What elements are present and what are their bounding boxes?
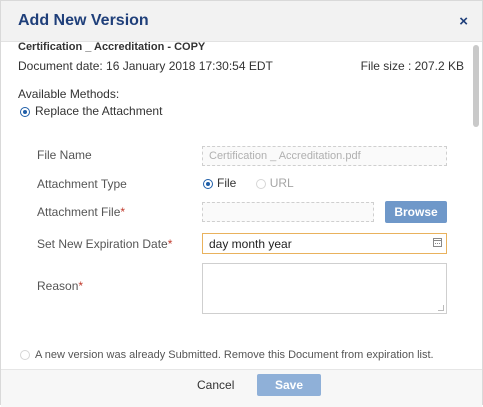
scrollbar-thumb[interactable] <box>473 45 479 127</box>
type-option-file[interactable]: File <box>203 176 236 190</box>
reason-textarea[interactable] <box>202 263 447 314</box>
attachment-file-label-text: Attachment File <box>37 205 121 219</box>
close-icon[interactable]: × <box>459 13 468 30</box>
add-version-dialog: Add New Version × Certification _ Accred… <box>0 0 483 407</box>
scrollbar[interactable] <box>471 45 479 367</box>
url-option-label: URL <box>269 176 294 190</box>
required-mark: * <box>167 237 173 251</box>
required-mark: * <box>78 279 84 293</box>
document-date: Document date: 16 January 2018 17:30:54 … <box>18 59 273 73</box>
reason-label: Reason* <box>37 279 83 293</box>
file-size: File size : 207.2 KB <box>360 59 464 73</box>
replace-attachment-radio[interactable] <box>20 106 30 117</box>
file-radio[interactable] <box>203 178 213 189</box>
file-name-field: Certification _ Accreditation.pdf <box>202 146 447 166</box>
save-button[interactable]: Save <box>257 374 321 396</box>
required-mark: * <box>120 205 126 219</box>
document-title: Certification _ Accreditation - COPY <box>18 41 206 52</box>
resize-handle-icon[interactable] <box>438 305 444 311</box>
expiration-date-input[interactable]: day month year <box>202 233 447 254</box>
replace-attachment-label: Replace the Attachment <box>35 104 163 118</box>
expiration-date-label-text: Set New Expiration Date <box>37 237 168 251</box>
remove-from-expiration-radio[interactable] <box>20 350 30 361</box>
url-radio[interactable] <box>255 178 266 189</box>
attachment-file-field[interactable] <box>202 202 374 222</box>
attachment-type-options: File URL <box>203 176 310 190</box>
replace-attachment-option[interactable]: Replace the Attachment <box>20 104 162 118</box>
file-name-label: File Name <box>37 148 92 162</box>
dialog-footer <box>1 369 482 407</box>
dialog-title: Add New Version <box>18 12 149 29</box>
calendar-icon[interactable] <box>433 238 442 247</box>
expiration-date-label: Set New Expiration Date* <box>37 237 172 251</box>
type-option-url[interactable]: URL <box>255 176 294 190</box>
attachment-file-label: Attachment File* <box>37 205 125 219</box>
file-option-label: File <box>217 176 237 190</box>
cancel-button[interactable]: Cancel <box>197 378 234 392</box>
reason-label-text: Reason <box>37 279 79 293</box>
remove-from-expiration-option[interactable]: A new version was already Submitted. Rem… <box>20 349 434 361</box>
attachment-type-label: Attachment Type <box>37 177 127 191</box>
remove-from-expiration-label: A new version was already Submitted. Rem… <box>35 349 434 361</box>
browse-button[interactable]: Browse <box>385 201 447 223</box>
available-methods-heading: Available Methods: <box>18 87 120 101</box>
dialog-header: Add New Version × <box>1 1 482 42</box>
